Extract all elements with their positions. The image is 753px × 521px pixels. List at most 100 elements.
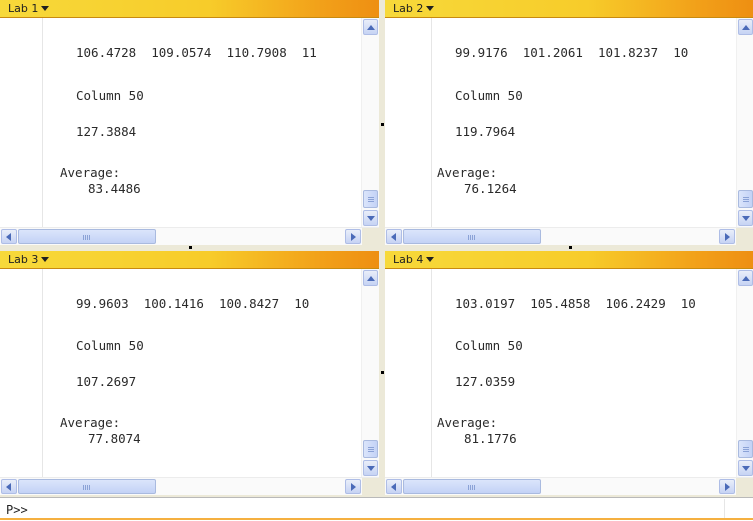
- values-row: 103.0197 105.4858 106.2429 10: [455, 296, 696, 311]
- horizontal-scroll-thumb[interactable]: [403, 229, 541, 244]
- scroll-up-button[interactable]: [738, 19, 753, 35]
- scrollbar-corner: [736, 228, 753, 245]
- pane-header[interactable]: Lab 4: [385, 251, 753, 269]
- horizontal-splitter[interactable]: [0, 245, 753, 251]
- column-label: Column 50: [76, 338, 144, 353]
- column-value: 127.3884: [76, 124, 137, 139]
- column-value: 127.0359: [455, 374, 516, 389]
- horizontal-scrollbar[interactable]: [385, 227, 753, 245]
- scroll-up-icon: [742, 25, 750, 30]
- scroll-up-button[interactable]: [363, 19, 378, 35]
- scroll-down-icon: [367, 466, 375, 471]
- values-row: 99.9176 101.2061 101.8237 10: [455, 45, 689, 60]
- scroll-down-button[interactable]: [363, 210, 378, 226]
- vertical-scroll-thumb[interactable]: [363, 440, 378, 458]
- scrollbar-corner: [736, 478, 753, 495]
- vertical-scroll-thumb[interactable]: [363, 190, 378, 208]
- horizontal-scroll-thumb[interactable]: [403, 479, 541, 494]
- scroll-up-button[interactable]: [738, 270, 753, 286]
- dropdown-caret-icon[interactable]: [41, 257, 50, 262]
- scroll-right-icon: [725, 233, 730, 241]
- output-area[interactable]: 99.9176 101.2061 101.8237 10 Column 50 1…: [385, 18, 735, 227]
- dropdown-caret-icon[interactable]: [426, 257, 435, 262]
- scroll-down-icon: [742, 466, 750, 471]
- horizontal-scrollbar[interactable]: [385, 477, 753, 495]
- scrollbar-corner: [362, 478, 379, 495]
- vertical-scrollbar[interactable]: [736, 18, 753, 227]
- scroll-right-button[interactable]: [719, 479, 735, 494]
- column-value: 119.7964: [455, 124, 516, 139]
- splitter-grip: [381, 371, 384, 374]
- scroll-left-button[interactable]: [1, 479, 17, 494]
- scroll-up-icon: [367, 276, 375, 281]
- pane-title-menu[interactable]: Lab 2: [393, 1, 435, 16]
- lab-pane-4: Lab 4 103.0197 105.4858 106.2429 10 Colu…: [385, 251, 753, 495]
- output-area[interactable]: 106.4728 109.0574 110.7908 11 Column 50 …: [0, 18, 361, 227]
- average-label: Average:: [437, 165, 498, 180]
- pane-header[interactable]: Lab 2: [385, 0, 753, 18]
- scroll-right-icon: [351, 483, 356, 491]
- values-row: 99.9603 100.1416 100.8427 10: [76, 296, 310, 311]
- vertical-scrollbar[interactable]: [736, 269, 753, 477]
- scroll-down-button[interactable]: [738, 460, 753, 476]
- pane-title-menu[interactable]: Lab 1: [8, 1, 50, 16]
- scroll-left-button[interactable]: [386, 479, 402, 494]
- average-value: 76.1264: [464, 181, 517, 196]
- scroll-up-icon: [742, 276, 750, 281]
- lab-pane-1: Lab 1 106.4728 109.0574 110.7908 11 Colu…: [0, 0, 379, 245]
- scroll-up-button[interactable]: [363, 270, 378, 286]
- column-value: 107.2697: [76, 374, 137, 389]
- scroll-left-icon: [391, 483, 396, 491]
- scroll-left-button[interactable]: [386, 229, 402, 244]
- scroll-right-icon: [351, 233, 356, 241]
- column-label: Column 50: [76, 88, 144, 103]
- scroll-down-button[interactable]: [738, 210, 753, 226]
- pane-header[interactable]: Lab 1: [0, 0, 379, 18]
- scroll-left-icon: [391, 233, 396, 241]
- pane-header[interactable]: Lab 3: [0, 251, 379, 269]
- average-value: 81.1776: [464, 431, 517, 446]
- average-label: Average:: [60, 415, 121, 430]
- average-value: 77.8074: [88, 431, 141, 446]
- scroll-left-icon: [6, 483, 11, 491]
- average-label: Average:: [437, 415, 498, 430]
- scroll-down-button[interactable]: [363, 460, 378, 476]
- vertical-scrollbar[interactable]: [361, 269, 379, 477]
- column-label: Column 50: [455, 338, 523, 353]
- pane-title: Lab 1: [8, 2, 39, 15]
- scroll-right-button[interactable]: [345, 229, 361, 244]
- pane-title: Lab 3: [8, 253, 39, 266]
- scroll-up-icon: [367, 25, 375, 30]
- splitter-grip: [381, 123, 384, 126]
- scroll-left-button[interactable]: [1, 229, 17, 244]
- values-row: 106.4728 109.0574 110.7908 11: [76, 45, 317, 60]
- scroll-right-button[interactable]: [719, 229, 735, 244]
- pane-title: Lab 4: [393, 253, 424, 266]
- lab-pane-3: Lab 3 99.9603 100.1416 100.8427 10 Colum…: [0, 251, 379, 495]
- horizontal-scroll-thumb[interactable]: [18, 229, 156, 244]
- column-label: Column 50: [455, 88, 523, 103]
- scroll-left-icon: [6, 233, 11, 241]
- scroll-right-button[interactable]: [345, 479, 361, 494]
- average-label: Average:: [60, 165, 121, 180]
- dropdown-caret-icon[interactable]: [426, 6, 435, 11]
- scroll-down-icon: [367, 216, 375, 221]
- pane-title-menu[interactable]: Lab 4: [393, 252, 435, 267]
- splitter-grip: [569, 246, 572, 249]
- horizontal-scroll-thumb[interactable]: [18, 479, 156, 494]
- dropdown-caret-icon[interactable]: [41, 6, 50, 11]
- horizontal-scrollbar[interactable]: [0, 227, 379, 245]
- scroll-right-icon: [725, 483, 730, 491]
- horizontal-scrollbar[interactable]: [0, 477, 379, 495]
- pane-title-menu[interactable]: Lab 3: [8, 252, 50, 267]
- output-area[interactable]: 99.9603 100.1416 100.8427 10 Column 50 1…: [0, 269, 361, 477]
- scrollbar-corner: [362, 228, 379, 245]
- vertical-scrollbar[interactable]: [361, 18, 379, 227]
- vertical-scroll-thumb[interactable]: [738, 440, 753, 458]
- command-divider: [724, 499, 725, 520]
- pane-title: Lab 2: [393, 2, 424, 15]
- scroll-down-icon: [742, 216, 750, 221]
- vertical-scroll-thumb[interactable]: [738, 190, 753, 208]
- lab-pane-2: Lab 2 99.9176 101.2061 101.8237 10 Colum…: [385, 0, 753, 245]
- output-area[interactable]: 103.0197 105.4858 106.2429 10 Column 50 …: [385, 269, 735, 477]
